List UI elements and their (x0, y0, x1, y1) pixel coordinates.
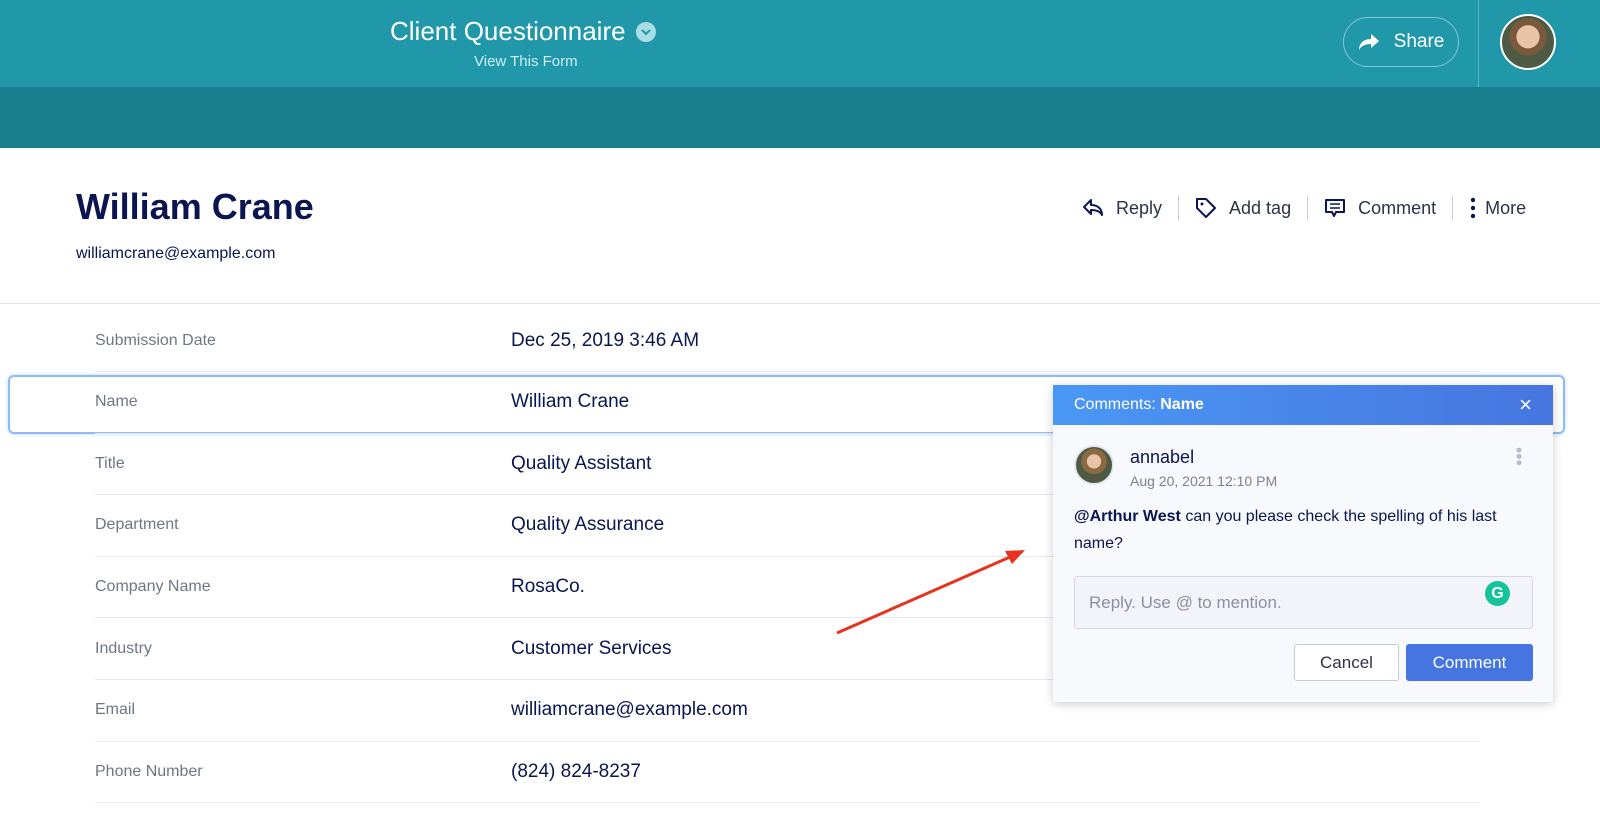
reply-input[interactable]: Reply. Use @ to mention. (1074, 576, 1533, 629)
submit-comment-button[interactable]: Comment (1406, 644, 1533, 681)
grammarly-icon[interactable]: G (1485, 581, 1510, 606)
commenter-avatar (1074, 445, 1114, 485)
comments-popup: Comments: Name × annabel Aug 20, 2021 12:… (1053, 385, 1553, 702)
reply-placeholder: Reply. Use @ to mention. (1089, 592, 1282, 612)
mention[interactable]: @Arthur West (1074, 508, 1181, 525)
comment-options-icon[interactable]: ••• (1509, 447, 1529, 466)
comments-field: Name (1160, 396, 1204, 413)
comment-date: Aug 20, 2021 12:10 PM (1130, 473, 1278, 489)
comments-prefix: Comments: (1074, 396, 1156, 413)
cancel-button[interactable]: Cancel (1294, 644, 1399, 681)
close-icon[interactable]: × (1519, 392, 1532, 418)
comments-header: Comments: Name × (1053, 385, 1553, 425)
comment-text: @Arthur West can you please check the sp… (1074, 503, 1534, 557)
comment-author: annabel (1130, 447, 1195, 467)
